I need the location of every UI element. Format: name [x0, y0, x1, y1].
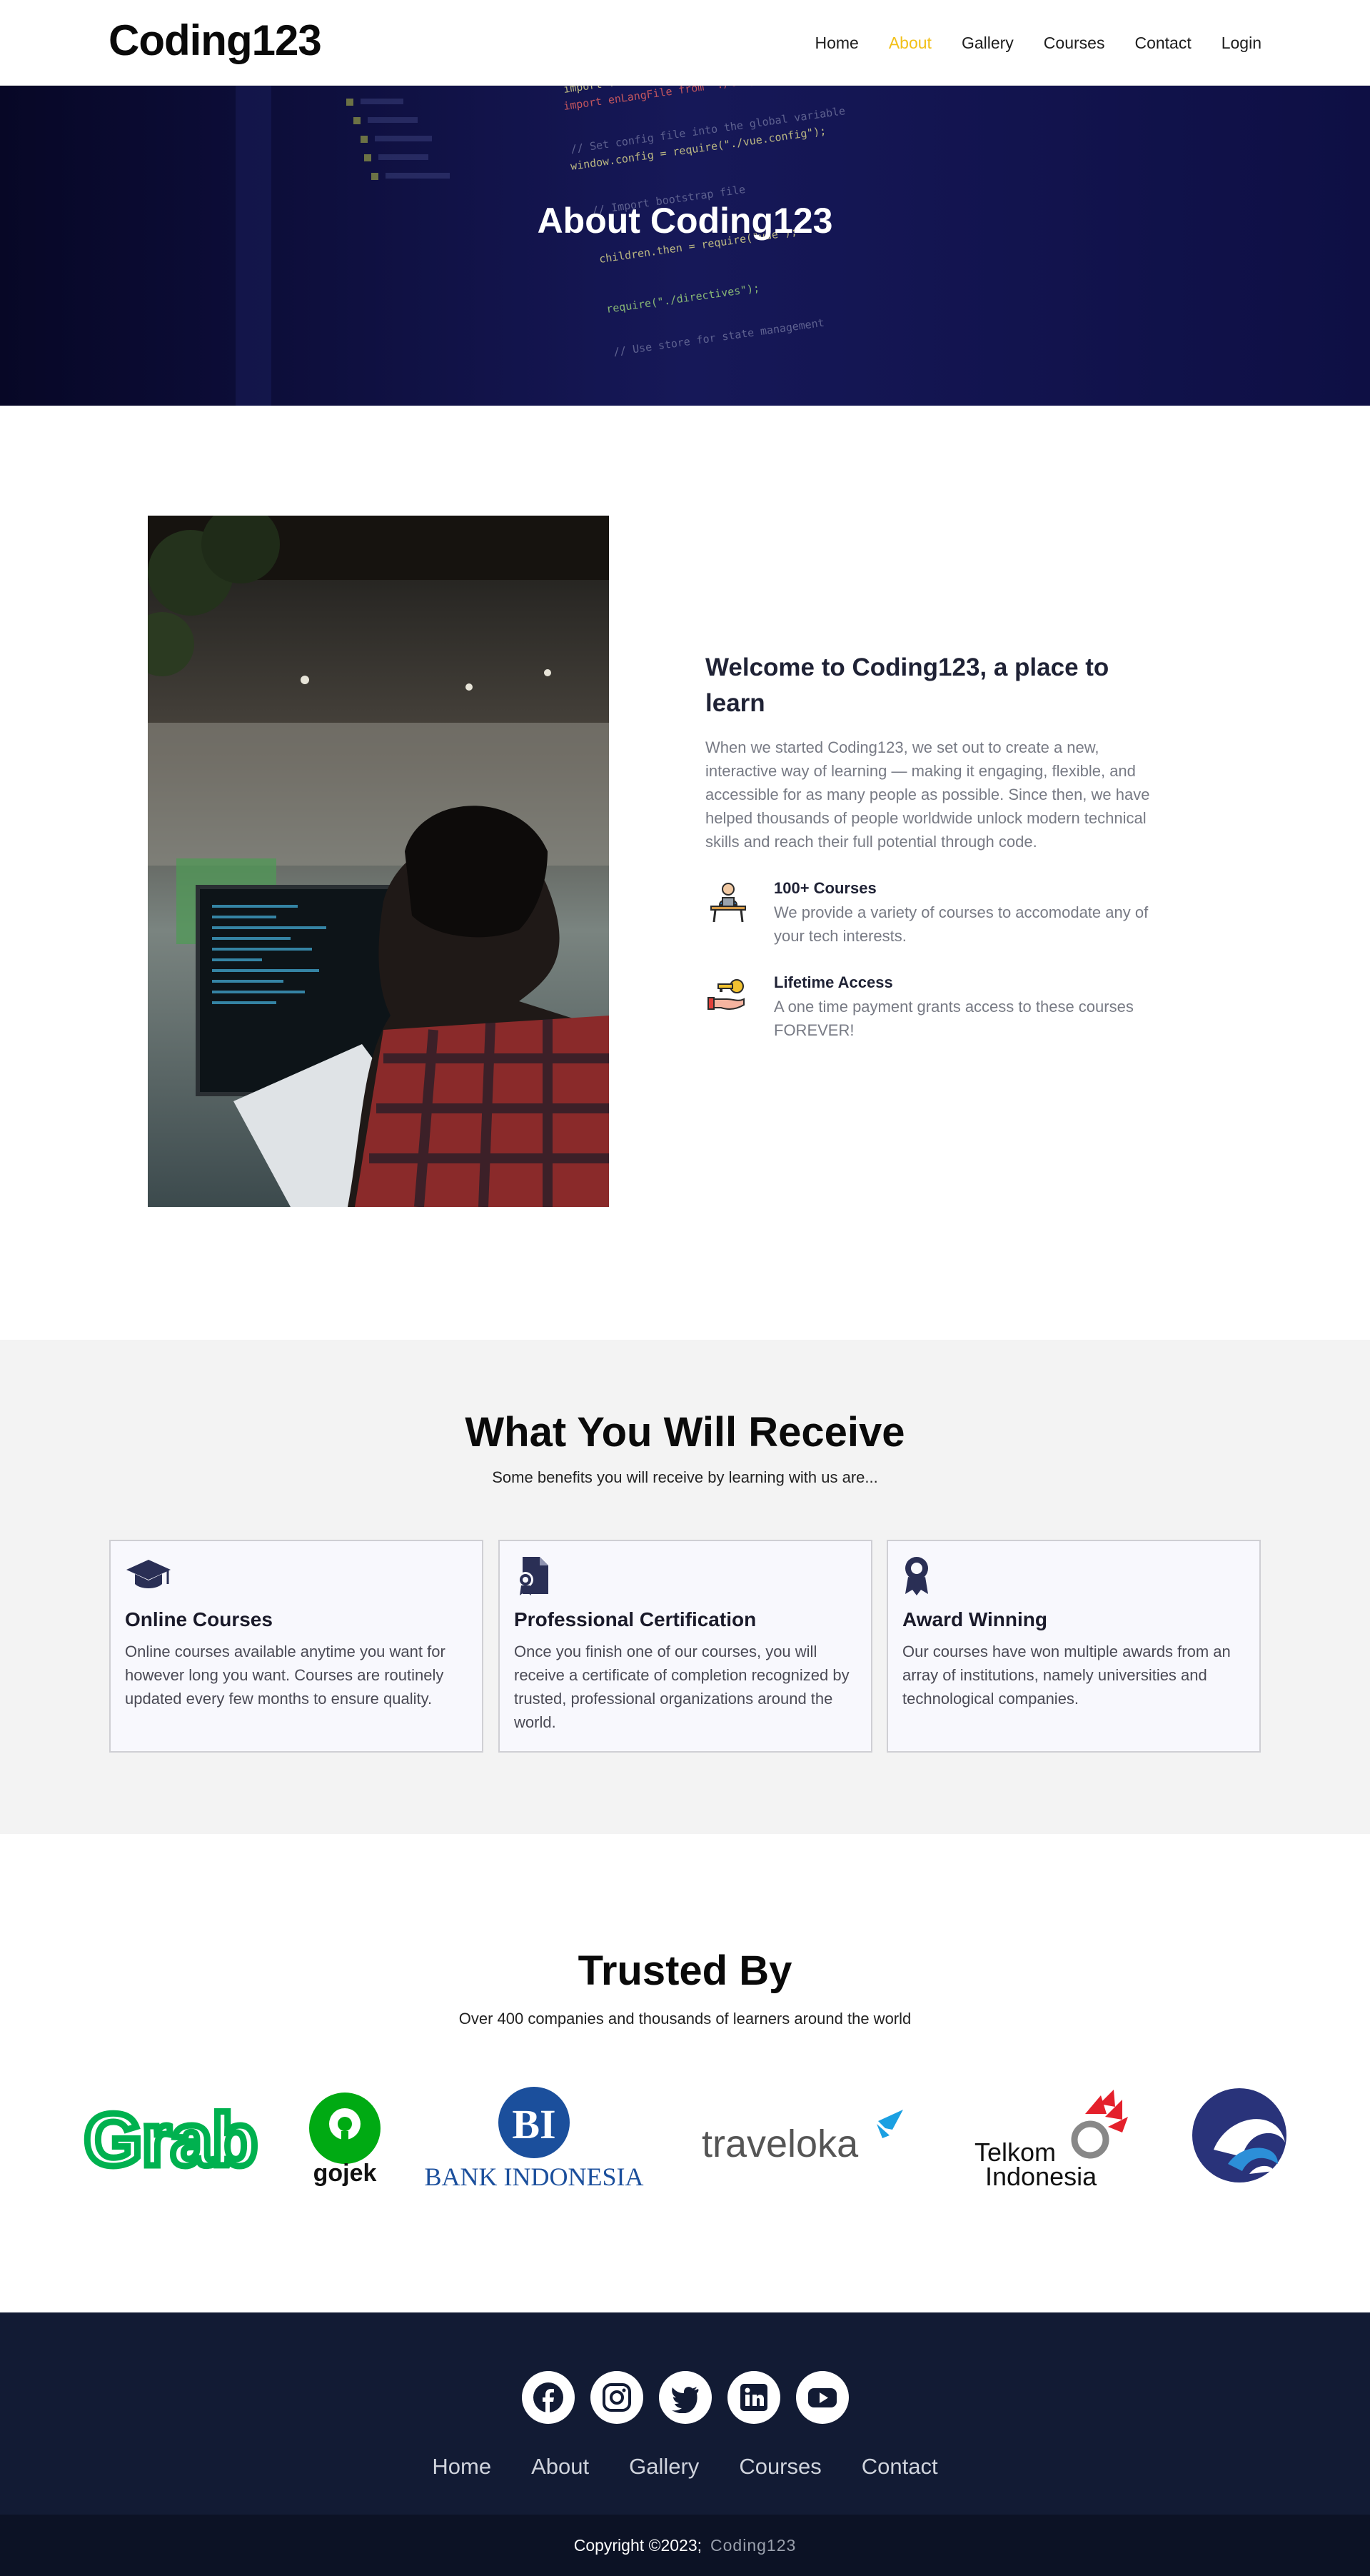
trusted-subtitle: Over 400 companies and thousands of lear…: [458, 2010, 912, 2028]
benefit-card-description: Online courses available anytime you wan…: [125, 1643, 445, 1708]
footer-link-courses[interactable]: Courses: [739, 2454, 821, 2480]
footer-nav: Home About Gallery Courses Contact: [0, 2454, 1370, 2480]
feature-lifetime-access: Lifetime Access A one time payment grant…: [705, 973, 1168, 1042]
certificate-icon: [514, 1555, 561, 1595]
youtube-icon[interactable]: [795, 2371, 849, 2424]
benefit-card-title: Award Winning: [902, 1608, 1047, 1630]
nav-item-contact[interactable]: Contact: [1134, 34, 1191, 53]
nav-item-login[interactable]: Login: [1222, 34, 1261, 53]
brand-logo[interactable]: Coding123: [109, 16, 322, 65]
feature-title: 100+ Courses: [774, 879, 877, 897]
benefits-subtitle: Some benefits you will receive by learni…: [492, 1468, 878, 1486]
about-description: When we started Coding123, we set out to…: [705, 738, 1150, 851]
copyright-bar: Copyright ©2023; Coding123: [0, 2515, 1370, 2576]
feature-title: Lifetime Access: [774, 973, 893, 991]
linkedin-icon[interactable]: [727, 2371, 780, 2424]
benefit-card-online-courses: Online Courses Online courses available …: [109, 1540, 483, 1753]
footer-link-home[interactable]: Home: [432, 2454, 491, 2480]
graduation-cap-icon: [125, 1555, 172, 1595]
top-navbar: Coding123 Home About Gallery Courses Con…: [0, 0, 1370, 86]
about-photo: [148, 516, 609, 1207]
benefits-title: What You Will Receive: [465, 1409, 905, 1455]
nav-item-courses[interactable]: Courses: [1044, 34, 1105, 53]
footer: Home About Gallery Courses Contact: [0, 2312, 1370, 2515]
feature-description: A one time payment grants access to thes…: [774, 998, 1134, 1039]
instagram-icon[interactable]: [590, 2371, 643, 2424]
bank-indonesia-logo: BI BANK INDONESIA: [425, 2087, 644, 2191]
feature-description: We provide a variety of courses to accom…: [774, 903, 1149, 945]
benefit-card-certification: Professional Certification Once you fini…: [498, 1540, 872, 1753]
benefit-card-award: Award Winning Our courses have won multi…: [887, 1540, 1261, 1753]
footer-link-contact[interactable]: Contact: [862, 2454, 938, 2480]
traveloka-logo: traveloka: [702, 2110, 903, 2165]
bank-indonesia-text: BANK INDONESIA: [425, 2162, 644, 2191]
feature-courses: 100+ Courses We provide a variety of cou…: [705, 879, 1168, 948]
about-title: Welcome to Coding123, a place to learn: [705, 653, 1109, 717]
facebook-icon[interactable]: [521, 2371, 575, 2424]
benefit-card-description: Once you finish one of our courses, you …: [514, 1643, 850, 1731]
nav-item-about[interactable]: About: [889, 34, 932, 53]
hero-banner: import vuex-i18n from "vuex-i18n"; impor…: [0, 86, 1370, 406]
nav-item-home[interactable]: Home: [815, 34, 858, 53]
benefit-card-title: Online Courses: [125, 1608, 273, 1630]
trusted-logos-row: Grab gojek BI BANK INDONESIA traveloka T…: [81, 2087, 1286, 2191]
traveloka-logo-text: traveloka: [702, 2123, 859, 2165]
social-links: [0, 2371, 1370, 2424]
person-laptop-icon: [705, 879, 751, 925]
hero-code-background: import vuex-i18n from "vuex-i18n"; impor…: [0, 86, 1370, 406]
grab-logo-text: Grab: [84, 2099, 258, 2182]
telkom-indonesia-logo: Telkom Indonesia: [974, 2090, 1128, 2191]
footer-link-about[interactable]: About: [531, 2454, 589, 2480]
trusted-title: Trusted By: [578, 1948, 792, 1994]
nav-item-gallery[interactable]: Gallery: [962, 34, 1014, 53]
benefits-section: What You Will Receive Some benefits you …: [0, 1340, 1370, 1834]
nav-menu: Home About Gallery Courses Contact Login: [815, 0, 1261, 86]
gojek-logo-text: gojek: [313, 2160, 377, 2187]
telkom-logo-text-2: Indonesia: [985, 2162, 1097, 2191]
hand-key-icon: [705, 973, 751, 1019]
about-section: Welcome to Coding123, a place to learn W…: [705, 650, 1168, 1042]
kominfo-logo: [1192, 2088, 1286, 2182]
copyright-text: Copyright ©2023;: [573, 2535, 702, 2555]
bank-indonesia-mark: BI: [512, 2101, 555, 2147]
twitter-icon[interactable]: [658, 2371, 712, 2424]
footer-link-gallery[interactable]: Gallery: [629, 2454, 699, 2480]
grab-logo: Grab: [81, 2096, 261, 2185]
page-title: About Coding123: [537, 201, 833, 241]
award-icon: [902, 1555, 950, 1595]
gojek-logo: gojek: [309, 2093, 381, 2187]
benefit-card-title: Professional Certification: [514, 1608, 757, 1630]
copyright-brand: Coding123: [710, 2535, 797, 2555]
benefit-card-description: Our courses have won multiple awards fro…: [902, 1643, 1231, 1708]
